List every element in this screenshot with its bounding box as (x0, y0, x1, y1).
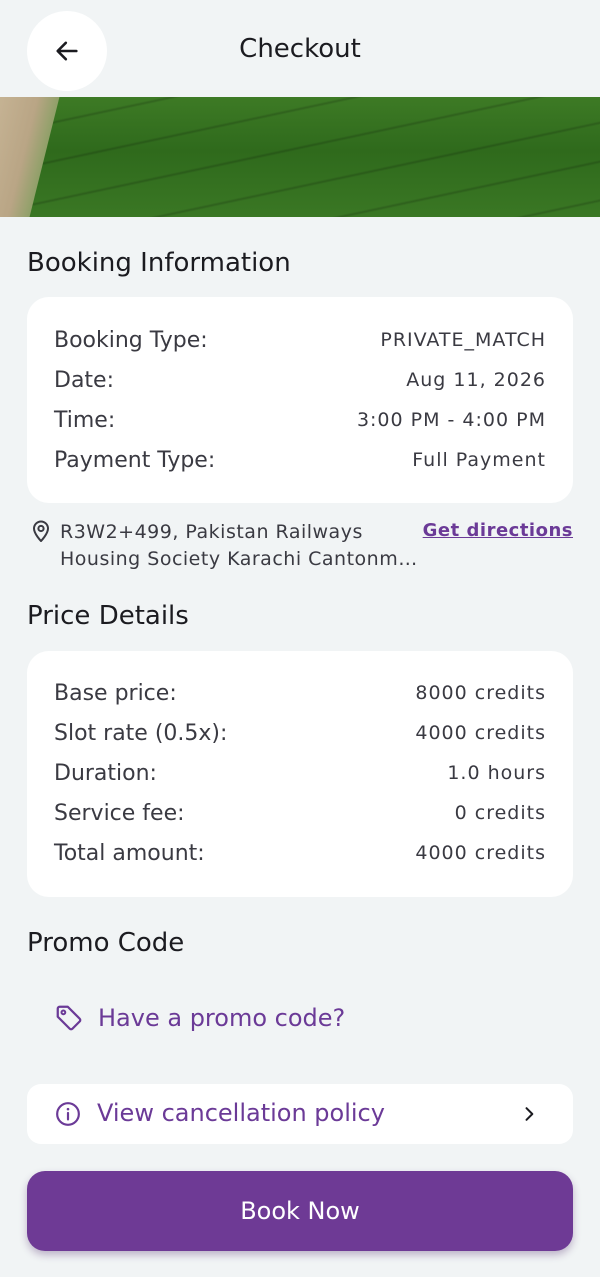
promo-code-label: Have a promo code? (98, 1004, 346, 1032)
date-value: Aug 11, 2026 (406, 369, 546, 391)
price-section-title: Price Details (27, 601, 189, 631)
time-value: 3:00 PM - 4:00 PM (356, 409, 546, 431)
duration-value: 1.0 hours (447, 762, 546, 784)
venue-image (0, 97, 600, 217)
total-amount-value: 4000 credits (415, 842, 546, 864)
slot-rate-value: 4000 credits (415, 722, 546, 744)
payment-type-value: Full Payment (412, 449, 546, 471)
cancellation-policy-row[interactable]: View cancellation policy (27, 1084, 573, 1144)
booking-row: Payment Type: Full Payment (54, 445, 546, 475)
service-fee-value: 0 credits (454, 802, 546, 824)
total-amount-label: Total amount: (54, 840, 205, 866)
booking-card: Booking Type: PRIVATE_MATCH Date: Aug 11… (27, 297, 573, 503)
booking-row: Booking Type: PRIVATE_MATCH (54, 325, 546, 355)
promo-code-link[interactable]: Have a promo code? (54, 998, 345, 1038)
venue-address: R3W2+499, Pakistan Railways Housing Soci… (27, 516, 573, 576)
address-line-1: R3W2+499, Pakistan Railways (60, 521, 363, 543)
get-directions-link[interactable]: Get directions (423, 520, 573, 541)
base-price-value: 8000 credits (415, 682, 546, 704)
duration-label: Duration: (54, 760, 157, 786)
price-row: Slot rate (0.5x): 4000 credits (54, 718, 546, 748)
promo-section-title: Promo Code (27, 928, 185, 958)
address-line-2: Housing Society Karachi Cantonm… (60, 548, 418, 570)
tag-icon (56, 1005, 82, 1031)
price-row: Duration: 1.0 hours (54, 758, 546, 788)
service-fee-label: Service fee: (54, 800, 185, 826)
booking-type-value: PRIVATE_MATCH (380, 329, 546, 351)
cancellation-policy-label: View cancellation policy (97, 1099, 385, 1127)
time-label: Time: (54, 407, 116, 433)
address-text: R3W2+499, Pakistan Railways Housing Soci… (60, 519, 430, 573)
booking-row: Time: 3:00 PM - 4:00 PM (54, 405, 546, 435)
map-pin-icon (33, 520, 49, 542)
venue-image-edge (0, 97, 62, 217)
payment-type-label: Payment Type: (54, 447, 216, 473)
info-icon (56, 1102, 80, 1126)
booking-type-label: Booking Type: (54, 327, 208, 353)
base-price-label: Base price: (54, 680, 177, 706)
price-row: Base price: 8000 credits (54, 678, 546, 708)
book-now-button[interactable]: Book Now (27, 1171, 573, 1251)
chevron-right-icon (525, 1107, 534, 1121)
price-row: Service fee: 0 credits (54, 798, 546, 828)
price-card: Base price: 8000 credits Slot rate (0.5x… (27, 651, 573, 897)
date-label: Date: (54, 367, 114, 393)
app-header: Checkout (0, 0, 600, 97)
price-row: Total amount: 4000 credits (54, 838, 546, 868)
booking-row: Date: Aug 11, 2026 (54, 365, 546, 395)
page-title: Checkout (239, 34, 361, 64)
booking-section-title: Booking Information (27, 248, 291, 278)
slot-rate-label: Slot rate (0.5x): (54, 720, 228, 746)
